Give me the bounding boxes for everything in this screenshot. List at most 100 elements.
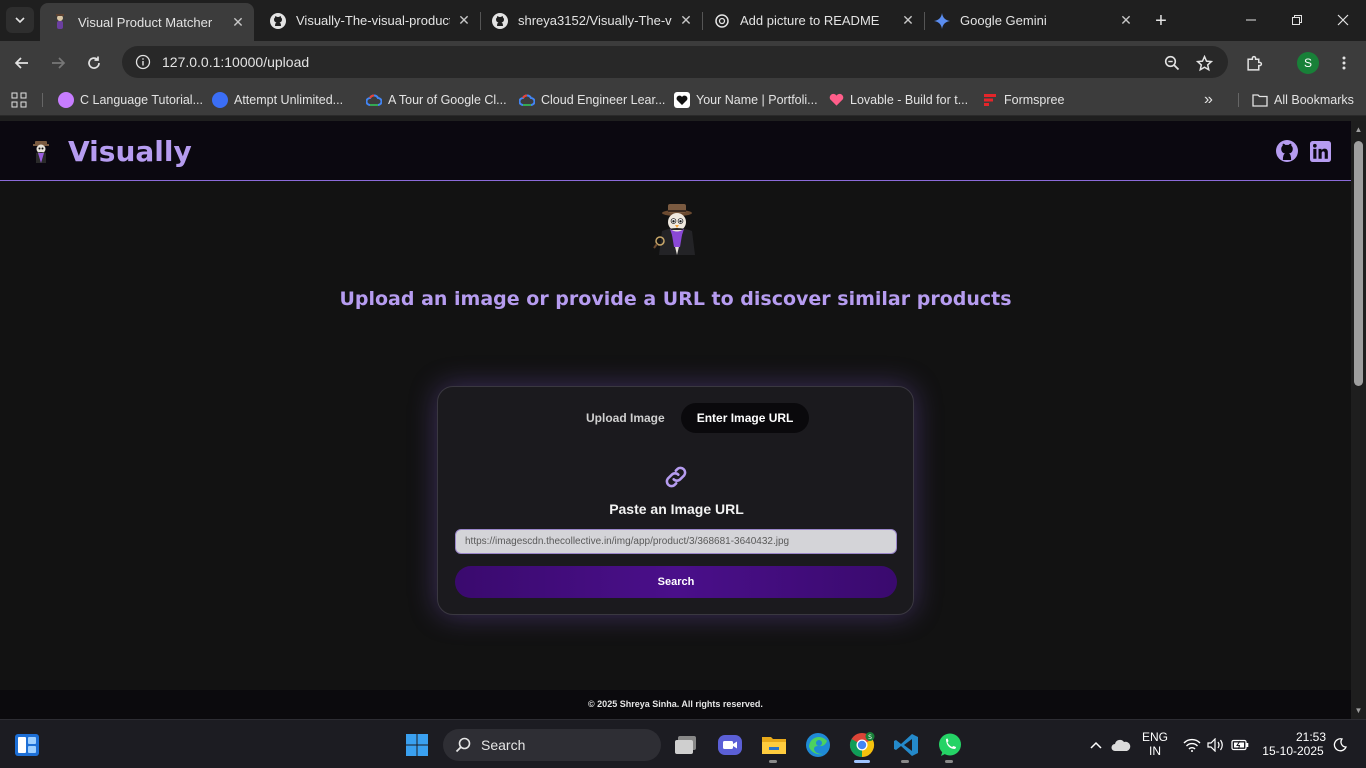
active-indicator — [854, 760, 870, 763]
tab-visually-repo[interactable]: Visually-The-visual-product- ✕ — [258, 0, 480, 41]
bookmark-lovable[interactable]: Lovable - Build for t... — [828, 90, 968, 110]
reload-button[interactable] — [80, 49, 108, 77]
search-card: Upload Image Enter Image URL Paste an Im… — [437, 386, 914, 615]
chrome-button[interactable]: S — [847, 730, 877, 760]
upload-image-tab[interactable]: Upload Image — [570, 403, 681, 433]
all-bookmarks-button[interactable]: All Bookmarks — [1252, 90, 1354, 110]
restore-button[interactable] — [1274, 0, 1320, 40]
address-bar[interactable]: 127.0.0.1:10000/upload — [122, 46, 1228, 78]
scroll-down-arrow-icon[interactable]: ▼ — [1354, 707, 1363, 715]
arrow-left-icon — [14, 57, 28, 69]
widgets-icon — [15, 734, 39, 756]
bookmarks-separator — [1238, 93, 1239, 107]
onedrive-button[interactable] — [1107, 730, 1135, 760]
close-tab-icon[interactable]: ✕ — [456, 12, 472, 29]
widgets-button[interactable] — [12, 730, 42, 760]
show-hidden-icons-button[interactable] — [1082, 730, 1110, 760]
file-explorer-button[interactable] — [759, 730, 789, 760]
forward-button[interactable] — [44, 49, 72, 77]
kebab-menu-icon — [1342, 56, 1346, 70]
tab-add-picture[interactable]: Add picture to README ✕ — [702, 0, 924, 41]
notifications-button[interactable] — [1328, 730, 1352, 760]
video-call-icon — [718, 735, 742, 755]
clock-date: 15-10-2025 — [1262, 744, 1324, 758]
close-window-button[interactable] — [1320, 0, 1366, 40]
minimize-button[interactable] — [1228, 0, 1274, 40]
image-url-input[interactable] — [455, 529, 897, 554]
linkedin-link[interactable] — [1309, 140, 1331, 162]
whatsapp-icon — [939, 733, 961, 756]
close-tab-icon[interactable]: ✕ — [900, 12, 916, 29]
close-tab-icon[interactable]: ✕ — [678, 12, 694, 29]
bookmark-cloud-engineer[interactable]: Cloud Engineer Lear... — [519, 90, 665, 110]
brand-title[interactable]: Visually — [68, 135, 192, 168]
input-language-indicator[interactable]: ENG IN — [1138, 730, 1172, 758]
github-icon — [492, 12, 508, 29]
task-view-button[interactable] — [671, 730, 701, 760]
taskbar-search-box[interactable]: Search — [443, 729, 661, 761]
bookmark-attempt-unlimited[interactable]: Attempt Unlimited... — [212, 90, 343, 110]
battery-button[interactable] — [1228, 730, 1252, 760]
clock[interactable]: 21:53 15-10-2025 — [1256, 730, 1330, 758]
bookmark-formspree[interactable]: Formspree — [982, 90, 1064, 110]
github-link[interactable] — [1276, 140, 1298, 162]
meet-app-button[interactable] — [715, 730, 745, 760]
page-scrollbar[interactable]: ▲ ▼ — [1351, 121, 1366, 719]
bookmark-label: C Language Tutorial... — [80, 93, 203, 107]
running-indicator — [901, 760, 909, 763]
tab-visual-product-matcher[interactable]: Visual Product Matcher ✕ — [40, 3, 254, 41]
network-button[interactable] — [1180, 730, 1204, 760]
whatsapp-button[interactable] — [935, 730, 965, 760]
browser-menu-button[interactable] — [1330, 49, 1358, 77]
bookmark-star-button[interactable] — [1190, 49, 1218, 77]
tab-search-button[interactable] — [6, 7, 34, 33]
tab-title: Google Gemini — [960, 13, 1047, 28]
wifi-icon — [1183, 738, 1201, 752]
extensions-button[interactable] — [1240, 49, 1268, 77]
chevron-up-icon — [1090, 741, 1102, 749]
task-view-icon — [675, 736, 696, 754]
close-icon — [1337, 14, 1349, 26]
search-button[interactable]: Search — [455, 566, 897, 598]
star-icon — [1195, 54, 1213, 71]
back-button[interactable] — [8, 49, 36, 77]
restore-icon — [1292, 15, 1302, 25]
enter-url-tab[interactable]: Enter Image URL — [680, 403, 810, 433]
close-tab-icon[interactable]: ✕ — [1118, 12, 1134, 29]
apps-button[interactable] — [11, 90, 27, 110]
bookmark-google-cloud-tour[interactable]: A Tour of Google Cl... — [366, 90, 507, 110]
site-info-icon[interactable] — [128, 54, 158, 70]
windows-taskbar: Search S ENG IN 21:53 15-10-2025 — [0, 719, 1366, 768]
vscode-button[interactable] — [891, 730, 921, 760]
folder-icon — [762, 737, 786, 754]
tab-shreya-repo[interactable]: shreya3152/Visually-The-visu ✕ — [480, 0, 702, 41]
mascot-favicon-icon — [52, 14, 68, 30]
bookmarks-bar: C Language Tutorial... Attempt Unlimited… — [0, 84, 1366, 116]
google-cloud-icon — [366, 92, 382, 108]
tab-title: shreya3152/Visually-The-visu — [518, 13, 672, 28]
scrollbar-thumb[interactable] — [1354, 141, 1363, 386]
scroll-up-arrow-icon[interactable]: ▲ — [1354, 126, 1363, 134]
volume-button[interactable] — [1204, 730, 1228, 760]
bookmark-c-language[interactable]: C Language Tutorial... — [58, 90, 203, 110]
close-tab-icon[interactable]: ✕ — [230, 14, 246, 30]
tab-google-gemini[interactable]: Google Gemini ✕ — [922, 0, 1142, 41]
new-tab-button[interactable]: + — [1148, 8, 1174, 34]
tab-title: Visual Product Matcher — [78, 14, 213, 30]
running-indicator — [769, 760, 777, 763]
profile-avatar[interactable]: S — [1297, 52, 1319, 74]
language-code: ENG — [1141, 730, 1168, 744]
bookmark-portfolio[interactable]: Your Name | Portfoli... — [674, 90, 818, 110]
reload-icon — [88, 56, 100, 69]
bookmark-favicon-icon — [58, 92, 74, 108]
bookmark-label: Lovable - Build for t... — [850, 93, 969, 107]
github-icon — [1276, 140, 1298, 162]
zoom-button[interactable] — [1158, 49, 1186, 77]
start-button[interactable] — [402, 730, 432, 760]
windows-logo-icon — [406, 734, 428, 756]
bookmark-label: Attempt Unlimited... — [234, 93, 344, 107]
arrow-right-icon — [52, 57, 66, 69]
openai-icon — [714, 13, 730, 29]
edge-button[interactable] — [803, 730, 833, 760]
more-bookmarks-button[interactable]: » — [1204, 90, 1213, 110]
